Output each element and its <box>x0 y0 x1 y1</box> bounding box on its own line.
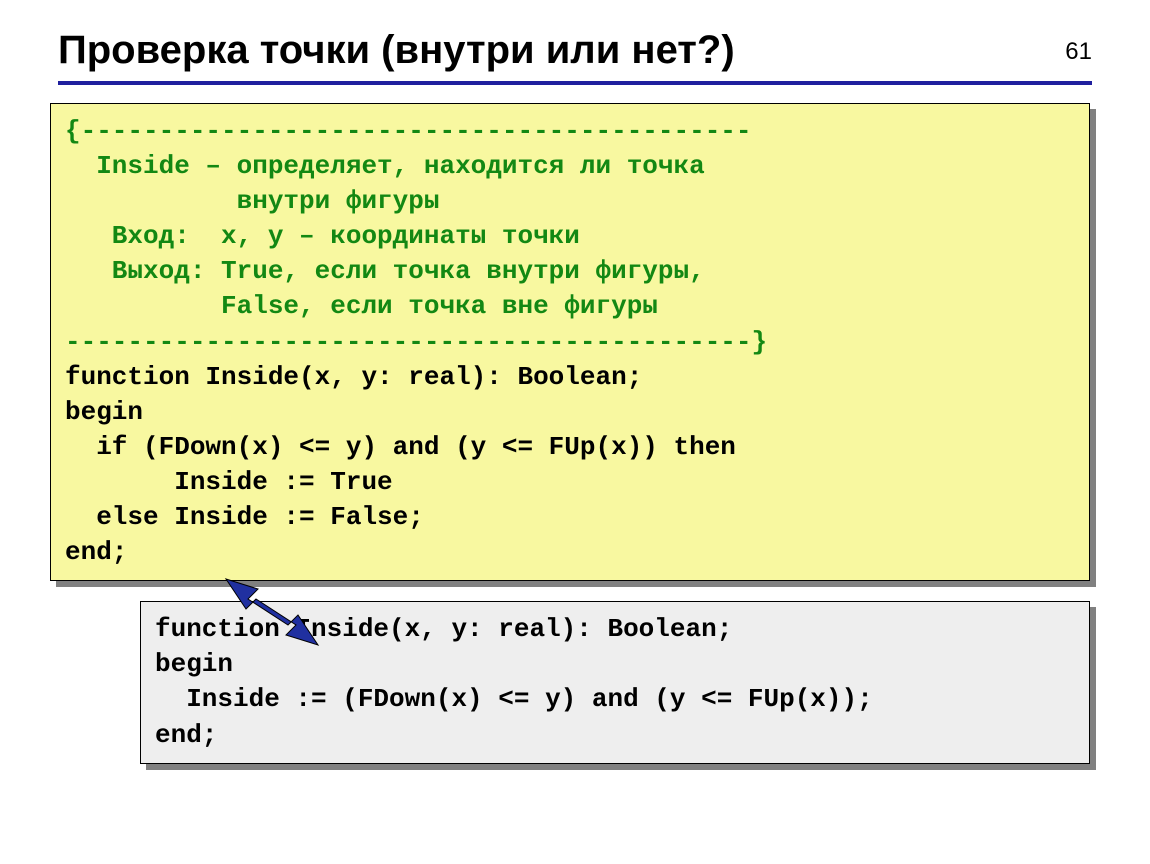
slide-title: Проверка точки (внутри или нет?) <box>58 28 1092 73</box>
code-body-1: function Inside(x, y: real): Boolean; be… <box>65 362 736 567</box>
code-box-main: {---------------------------------------… <box>50 103 1090 581</box>
page-number: 61 <box>1065 38 1092 66</box>
code-box-short: function Inside(x, y: real): Boolean; be… <box>140 601 1090 763</box>
code-comment: {---------------------------------------… <box>65 116 767 357</box>
title-underline <box>58 81 1092 85</box>
code-body-2: function Inside(x, y: real): Boolean; be… <box>155 614 873 749</box>
